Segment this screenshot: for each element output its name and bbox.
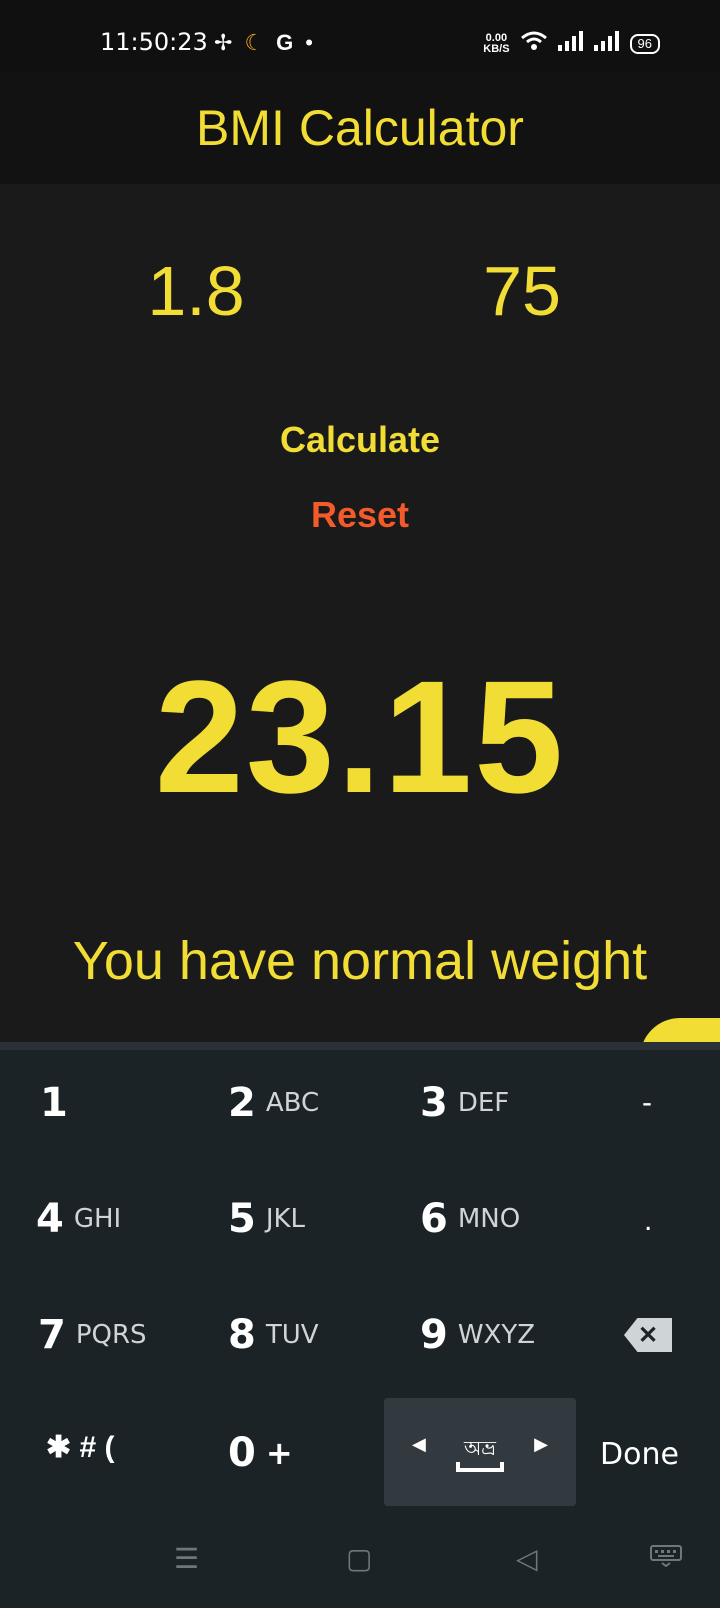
status-bar: 11:50:23 ✢ ☾ G • 0.00 KB/S 96 [0, 0, 720, 72]
height-input[interactable] [94, 250, 298, 332]
key-dash[interactable]: - [642, 1086, 652, 1120]
status-system-icons: 0.00 KB/S 96 [483, 30, 660, 57]
space-bar-icon [456, 1462, 504, 1472]
key-3[interactable]: 3 DEF [420, 1080, 509, 1126]
net-speed: 0.00 KB/S [483, 31, 510, 55]
key-5[interactable]: 5 JKL [228, 1196, 305, 1242]
key-symbols[interactable]: ✱ # ( [46, 1430, 114, 1465]
arrow-right-icon: ▶ [534, 1434, 548, 1454]
back-icon[interactable]: ◁ [516, 1542, 538, 1575]
key-dot[interactable]: . [644, 1204, 652, 1238]
moon-app-icon: ☾ [244, 30, 265, 55]
wifi-icon [520, 30, 548, 57]
status-notification-icons: ✢ ☾ G • [214, 30, 313, 56]
pinwheel-icon: ✢ [214, 30, 233, 55]
bmi-message: You have normal weight [72, 931, 648, 991]
navigation-bar: ☰ ▢ ◁ [0, 1516, 720, 1600]
language-switch-key[interactable]: ◀ অভ্র ▶ [384, 1398, 576, 1506]
key-0[interactable]: 0 + [228, 1430, 293, 1476]
page-title: BMI Calculator [196, 100, 524, 156]
key-9[interactable]: 9 WXYZ [420, 1312, 535, 1358]
calculate-button[interactable]: Calculate [0, 418, 720, 462]
weight-input[interactable] [420, 250, 624, 332]
key-1[interactable]: 1 [40, 1080, 68, 1126]
reset-button[interactable]: Reset [0, 493, 720, 537]
status-time: 11:50:23 [100, 28, 208, 56]
keyboard-icon[interactable] [650, 1542, 682, 1574]
app-bar: BMI Calculator [0, 72, 720, 184]
battery-icon: 96 [629, 33, 660, 54]
google-icon: G [276, 30, 294, 55]
key-4[interactable]: 4 GHI [36, 1196, 121, 1242]
signal-1-icon [557, 31, 584, 56]
done-button[interactable]: Done [600, 1437, 679, 1472]
home-icon[interactable]: ▢ [346, 1542, 372, 1575]
key-7[interactable]: 7 PQRS [38, 1312, 147, 1358]
key-2[interactable]: 2 ABC [228, 1080, 319, 1126]
bmi-result: 23.15 [154, 647, 566, 826]
key-8[interactable]: 8 TUV [228, 1312, 319, 1358]
key-6[interactable]: 6 MNO [420, 1196, 520, 1242]
input-row [0, 250, 720, 332]
signal-2-icon [593, 31, 620, 56]
dot-icon: • [305, 30, 313, 55]
menu-icon[interactable]: ☰ [174, 1542, 199, 1575]
